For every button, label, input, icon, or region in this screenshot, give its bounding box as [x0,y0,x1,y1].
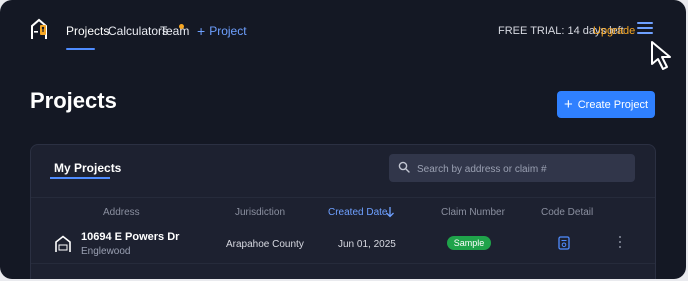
page-title: Projects [30,88,117,113]
sample-badge: Sample [447,236,491,250]
notification-dot [179,24,184,29]
property-icon [55,235,71,252]
table-row[interactable]: 10694 E Powers Dr Englewood Arapahoe Cou… [31,227,655,264]
house-logo-icon[interactable] [30,18,48,40]
search-icon [398,161,410,173]
add-project-link[interactable]: + Project [197,23,247,39]
add-project-label: Project [209,24,247,38]
tab-my-projects[interactable]: My Projects [54,161,121,175]
cursor-icon [651,41,671,70]
hamburger-menu-icon[interactable] [637,22,653,36]
upgrade-link[interactable]: Upgrade [593,25,635,37]
column-address[interactable]: Address [103,207,140,218]
kebab-icon[interactable] [618,236,622,251]
created-date-cell: Jun 01, 2025 [338,239,396,250]
nav-projects[interactable]: Projects [66,24,109,38]
search-input[interactable] [415,154,629,184]
table-header: Address Jurisdiction Created Date Claim … [31,197,655,228]
column-created-date[interactable]: Created Date [328,207,387,218]
create-project-label: Create Project [577,98,649,111]
projects-card: My Projects Address Jurisdiction Created… [30,144,656,279]
arrow-down-icon[interactable] [385,206,395,218]
create-project-button[interactable]: + Create Project [557,91,655,118]
plus-icon: + [197,23,206,39]
nav-active-indicator [66,48,95,50]
column-claim-number[interactable]: Claim Number [441,207,505,218]
jurisdiction-cell: Arapahoe County [226,239,304,250]
app-window: Projects Calculators Team + Project FREE … [0,0,686,279]
top-nav: Projects Calculators Team + Project FREE … [0,0,686,70]
plus-icon: + [563,95,573,113]
city-text: Englewood [81,246,131,257]
nav-team[interactable]: Team [160,24,189,38]
column-code-detail[interactable]: Code Detail [541,207,593,218]
document-icon[interactable] [558,236,570,250]
tab-active-indicator [50,177,110,179]
address-text[interactable]: 10694 E Powers Dr [81,231,179,243]
search-box [389,154,635,184]
column-jurisdiction[interactable]: Jurisdiction [235,207,285,218]
